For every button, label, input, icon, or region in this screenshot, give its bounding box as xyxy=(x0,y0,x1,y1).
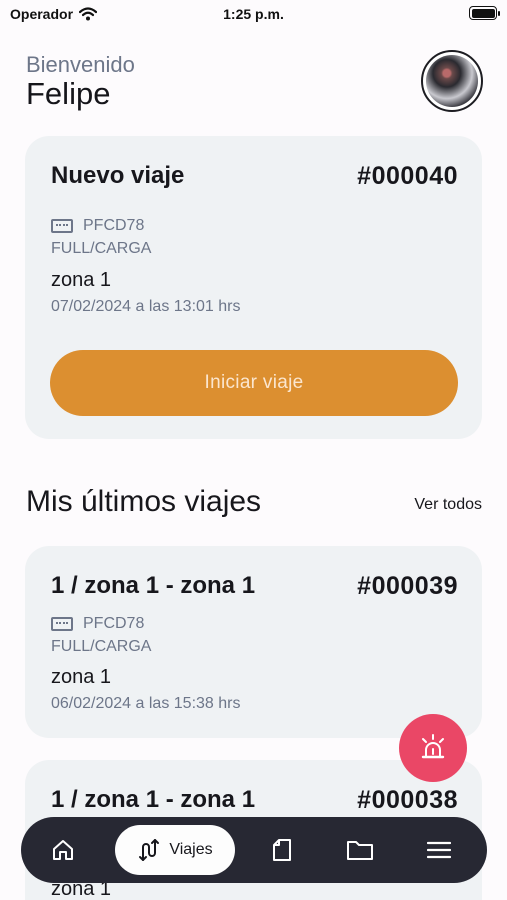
cargo-type: FULL/CARGA xyxy=(51,638,152,655)
new-trip-code: #000040 xyxy=(357,162,458,190)
trip-zone: zona 1 xyxy=(51,269,112,291)
recent-trips-title: Mis últimos viajes xyxy=(26,485,262,518)
alarm-button[interactable] xyxy=(399,714,467,782)
trip-code: #000038 xyxy=(357,786,458,814)
battery-icon xyxy=(469,6,500,20)
nav-trips-label: Viajes xyxy=(169,841,213,858)
plate-row: PFCD78 xyxy=(51,615,144,633)
trip-card[interactable]: 1 / zona 1 - zona 1 #000039 PFCD78 FULL/… xyxy=(25,546,482,738)
nav-trips[interactable]: Viajes xyxy=(115,825,235,875)
see-all-link[interactable]: Ver todos xyxy=(414,496,482,514)
new-trip-title: Nuevo viaje xyxy=(51,162,185,189)
plate-row: PFCD78 xyxy=(51,217,144,235)
menu-icon xyxy=(427,841,451,859)
trip-datetime: 06/02/2024 a las 15:38 hrs xyxy=(51,695,241,712)
new-trip-card[interactable]: Nuevo viaje #000040 PFCD78 FULL/CARGA zo… xyxy=(25,136,482,439)
trip-datetime: 07/02/2024 a las 13:01 hrs xyxy=(51,298,241,315)
welcome-text: Bienvenido xyxy=(26,52,135,77)
license-plate-icon xyxy=(51,219,73,233)
nav-folder[interactable] xyxy=(341,825,379,875)
siren-icon xyxy=(421,734,445,759)
status-bar: Operador 1:25 p.m. xyxy=(0,0,507,28)
trip-code: #000039 xyxy=(357,572,458,600)
trip-title: 1 / zona 1 - zona 1 xyxy=(51,786,256,813)
nav-documents[interactable] xyxy=(264,825,300,875)
home-icon xyxy=(53,840,73,860)
status-time: 1:25 p.m. xyxy=(223,6,284,22)
license-plate-icon xyxy=(51,617,73,631)
user-name: Felipe xyxy=(26,76,111,111)
avatar-image xyxy=(426,55,478,107)
plate-number: PFCD78 xyxy=(83,217,145,234)
folder-icon xyxy=(347,841,373,860)
trip-title: 1 / zona 1 - zona 1 xyxy=(51,572,256,599)
bottom-nav: Viajes xyxy=(21,817,487,883)
cargo-type: FULL/CARGA xyxy=(51,240,152,257)
nav-menu[interactable] xyxy=(421,825,457,875)
trip-zone: zona 1 xyxy=(51,666,112,688)
plate-number: PFCD78 xyxy=(83,615,145,632)
nav-home[interactable] xyxy=(45,825,81,875)
avatar[interactable] xyxy=(421,50,483,112)
start-trip-button[interactable]: Iniciar viaje xyxy=(50,350,458,416)
route-icon xyxy=(139,839,160,861)
document-icon xyxy=(273,839,291,861)
